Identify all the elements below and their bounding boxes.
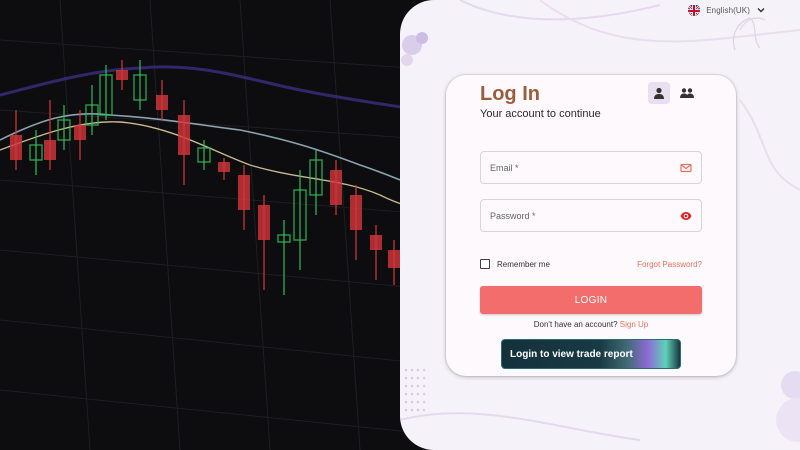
signup-prompt: Don't have an account? Sign Up (446, 320, 736, 329)
role-toggle (648, 82, 698, 104)
signup-link[interactable]: Sign Up (620, 320, 648, 329)
remember-checkbox[interactable] (480, 259, 490, 269)
eye-icon[interactable] (680, 210, 692, 222)
password-input[interactable] (481, 200, 661, 231)
trade-report-button[interactable]: Login to view trade report (501, 339, 681, 369)
chevron-down-icon (757, 8, 765, 13)
page-subtitle: Your account to continue (480, 108, 601, 120)
page-title: Log In (480, 83, 540, 105)
language-selector[interactable]: English(UK) (688, 3, 766, 17)
login-button[interactable]: LOGIN (480, 286, 702, 314)
candle-body (350, 195, 362, 230)
candle-body (370, 235, 382, 250)
candle-body (258, 205, 270, 240)
candle-body (156, 95, 168, 110)
email-field[interactable] (480, 151, 702, 184)
candle-body (10, 135, 22, 160)
single-user-icon (654, 87, 664, 99)
candle-body (116, 70, 128, 80)
email-input[interactable] (481, 152, 661, 183)
candle-body (178, 115, 190, 155)
signup-prompt-text: Don't have an account? (533, 320, 618, 329)
remember-label: Remember me (497, 259, 550, 269)
candle-body (238, 175, 250, 210)
candle-body (44, 140, 56, 160)
uk-flag-icon (688, 4, 701, 16)
multi-user-button[interactable] (676, 82, 698, 104)
background-trading-chart (0, 0, 440, 450)
login-card: Log In Your account to continue Email * … (446, 75, 736, 376)
remember-me[interactable]: Remember me (480, 259, 550, 269)
single-user-button[interactable] (648, 82, 670, 104)
candle-body (218, 162, 230, 172)
candle-body (330, 170, 342, 205)
mail-icon (680, 163, 692, 173)
candle-body (388, 250, 400, 268)
candlestick-chart-image (0, 0, 440, 450)
multi-user-icon (680, 88, 694, 98)
language-label: English(UK) (706, 5, 750, 15)
login-panel: English(UK) Log In Your account to conti… (400, 0, 800, 450)
candle-body (74, 125, 86, 140)
password-field[interactable] (480, 199, 702, 232)
forgot-password-link[interactable]: Forgot Password? (637, 260, 702, 269)
